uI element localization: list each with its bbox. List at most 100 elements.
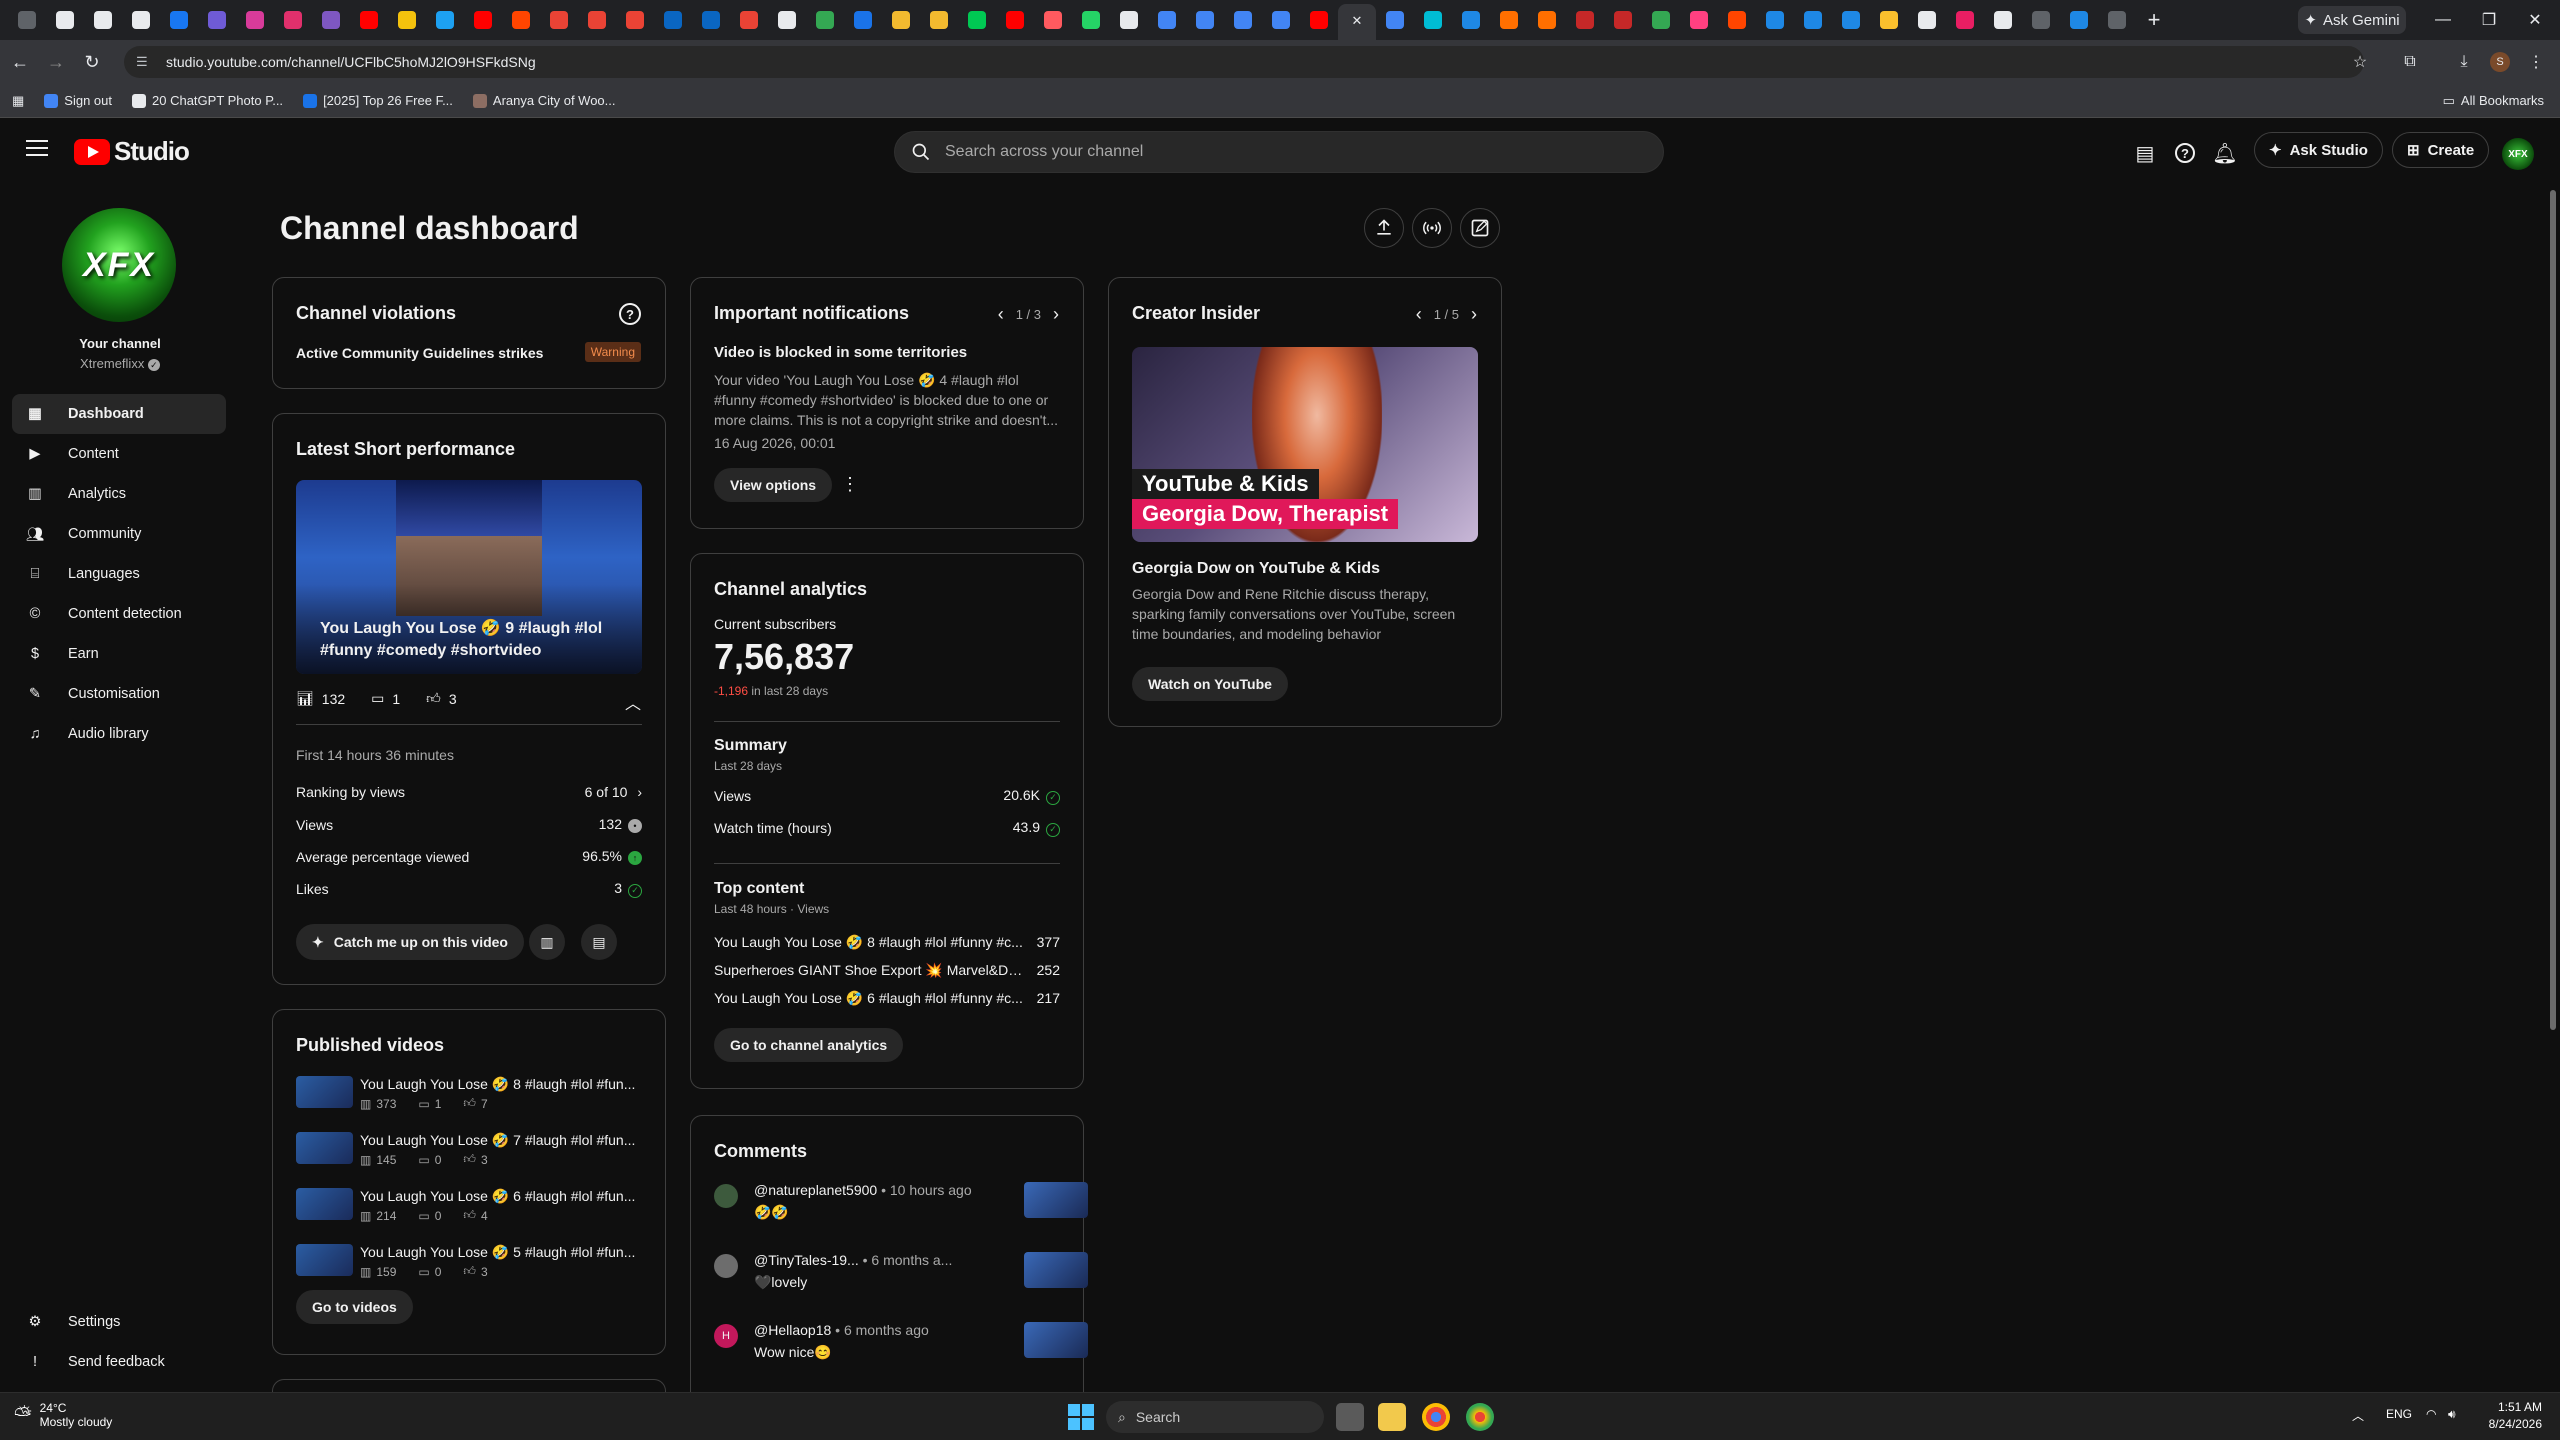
sidebar-item-send-feedback[interactable]: ! Send feedback — [12, 1342, 226, 1382]
address-bar[interactable]: ☰ studio.youtube.com/channel/UCFlbC5hoMJ… — [124, 46, 2364, 78]
video-title[interactable]: You Laugh You Lose 🤣 7 #laugh #lol #fun.… — [360, 1132, 650, 1149]
sidebar-item-content-detection[interactable]: © Content detection — [12, 594, 226, 634]
browser-tab[interactable] — [730, 4, 768, 36]
go-to-videos-button[interactable]: Go to videos — [296, 1290, 413, 1324]
published-video-row[interactable]: You Laugh You Lose 🤣 6 #laugh #lol #fun.… — [296, 1188, 646, 1236]
browser-tab[interactable] — [46, 4, 84, 36]
top-content-row[interactable]: Superheroes GIANT Shoe Export 💥 Marvel&D… — [714, 962, 1060, 979]
browser-tab[interactable] — [1642, 4, 1680, 36]
browser-tab[interactable] — [1794, 4, 1832, 36]
help-icon[interactable]: ? — [2172, 140, 2198, 166]
create-button[interactable]: ⊞ Create — [2392, 132, 2490, 168]
sidebar-item-dashboard[interactable]: ▦ Dashboard — [12, 394, 226, 434]
browser-tab[interactable] — [388, 4, 426, 36]
reload-icon[interactable]: ↻ — [76, 46, 108, 78]
view-options-button[interactable]: View options — [714, 468, 833, 502]
chevron-right-icon[interactable]: › — [1053, 304, 1059, 325]
upload-icon[interactable] — [1364, 208, 1404, 248]
comment-item[interactable]: @natureplanet5900 • 10 hours ago 🤣🤣 — [714, 1182, 1088, 1242]
channel-handle[interactable]: Xtremeflixx ✓ — [0, 356, 240, 371]
page-scrollbar[interactable] — [2550, 190, 2556, 1030]
sidebar-item-earn[interactable]: $ Earn — [12, 634, 226, 674]
forward-icon[interactable]: → — [40, 46, 72, 78]
comment-author[interactable]: @Hellaop18 — [754, 1322, 831, 1338]
browser-tab[interactable] — [616, 4, 654, 36]
browser-tab[interactable] — [1832, 4, 1870, 36]
browser-tab[interactable] — [692, 4, 730, 36]
apps-grid-icon[interactable]: ▦ — [12, 93, 24, 109]
chevron-up-icon[interactable]: ︿ — [625, 690, 641, 714]
sidebar-item-analytics[interactable]: ▥ Analytics — [12, 474, 226, 514]
browser-tab[interactable] — [1984, 4, 2022, 36]
comment-video-thumbnail[interactable] — [1024, 1322, 1088, 1358]
browser-tab[interactable] — [198, 4, 236, 36]
chevron-left-icon[interactable]: ‹ — [998, 304, 1004, 325]
comment-item[interactable]: @TinyTales-19... • 6 months a... 🖤lovely — [714, 1252, 1088, 1312]
chevron-right-icon[interactable]: › — [1471, 304, 1477, 325]
video-analytics-icon[interactable]: ▥ — [529, 924, 565, 960]
bookmark-item[interactable]: 20 ChatGPT Photo P... — [132, 93, 283, 108]
browser-tab[interactable] — [1110, 4, 1148, 36]
tray-chevron-icon[interactable]: ︿ — [2352, 1407, 2364, 1424]
browser-tab[interactable] — [578, 4, 616, 36]
comment-author[interactable]: @natureplanet5900 — [754, 1182, 877, 1198]
browser-tab[interactable] — [1870, 4, 1908, 36]
close-window-icon[interactable]: ✕ — [2512, 0, 2558, 40]
browser-tab[interactable] — [920, 4, 958, 36]
browser-tab[interactable] — [274, 4, 312, 36]
browser-tab[interactable] — [844, 4, 882, 36]
commenter-avatar[interactable] — [714, 1184, 738, 1208]
browser-tab[interactable] — [350, 4, 388, 36]
browser-tab[interactable] — [1946, 4, 1984, 36]
published-video-row[interactable]: You Laugh You Lose 🤣 7 #laugh #lol #fun.… — [296, 1132, 646, 1180]
chrome-icon[interactable] — [1422, 1403, 1450, 1431]
all-bookmarks[interactable]: ▭ All Bookmarks — [2443, 93, 2544, 109]
extensions-icon[interactable]: ⧉ — [2398, 50, 2422, 74]
bookmark-item[interactable]: [2025] Top 26 Free F... — [303, 93, 453, 108]
restore-icon[interactable]: ❐ — [2466, 0, 2512, 40]
browser-tab[interactable] — [2022, 4, 2060, 36]
browser-tab[interactable] — [464, 4, 502, 36]
chevron-left-icon[interactable]: ‹ — [1416, 304, 1422, 325]
messages-icon[interactable]: ▤ — [2132, 140, 2158, 166]
browser-tab[interactable] — [312, 4, 350, 36]
browser-tab[interactable] — [1452, 4, 1490, 36]
browser-tab[interactable] — [2060, 4, 2098, 36]
ask-studio-button[interactable]: ✦ Ask Studio — [2254, 132, 2383, 168]
browser-tab[interactable] — [1718, 4, 1756, 36]
browser-tab[interactable] — [540, 4, 578, 36]
top-content-row[interactable]: You Laugh You Lose 🤣 6 #laugh #lol #funn… — [714, 990, 1060, 1007]
watch-on-youtube-button[interactable]: Watch on YouTube — [1132, 667, 1288, 701]
browser-tab[interactable] — [1148, 4, 1186, 36]
sidebar-item-customisation[interactable]: ✎ Customisation — [12, 674, 226, 714]
browser-tab[interactable] — [768, 4, 806, 36]
browser-tab[interactable] — [122, 4, 160, 36]
new-tab-icon[interactable]: + — [2136, 7, 2172, 33]
browser-tab[interactable] — [236, 4, 274, 36]
commenter-avatar[interactable]: H — [714, 1324, 738, 1348]
catch-me-up-button[interactable]: ✦ Catch me up on this video — [296, 924, 524, 960]
browser-tab[interactable] — [1300, 4, 1338, 36]
browser-tab[interactable] — [1908, 4, 1946, 36]
sidebar-item-settings[interactable]: ⚙ Settings — [12, 1302, 226, 1342]
file-explorer-icon[interactable] — [1378, 1403, 1406, 1431]
browser-tab[interactable] — [1034, 4, 1072, 36]
video-title[interactable]: You Laugh You Lose 🤣 5 #laugh #lol #fun.… — [360, 1244, 650, 1261]
input-language[interactable]: ENG — [2386, 1407, 2412, 1421]
browser-tab[interactable] — [958, 4, 996, 36]
browser-tab[interactable] — [996, 4, 1034, 36]
browser-tab[interactable] — [2098, 4, 2136, 36]
top-content-row[interactable]: You Laugh You Lose 🤣 8 #laugh #lol #funn… — [714, 934, 1060, 951]
video-comments-icon[interactable]: ▤ — [581, 924, 617, 960]
ask-gemini-button[interactable]: ✦ Ask Gemini — [2298, 6, 2406, 34]
browser-tab[interactable] — [1604, 4, 1642, 36]
video-thumbnail[interactable] — [296, 1132, 353, 1164]
comment-author[interactable]: @TinyTales-19... — [754, 1252, 859, 1268]
studio-logo[interactable]: Studio — [74, 136, 190, 167]
browser-tab[interactable] — [1566, 4, 1604, 36]
browser-tab[interactable] — [1224, 4, 1262, 36]
video-thumbnail[interactable] — [296, 1188, 353, 1220]
help-icon[interactable]: ? — [619, 303, 641, 325]
weather-widget[interactable]: ⛅︎ 24°C Mostly cloudy — [14, 1401, 112, 1429]
chrome-profile-icon[interactable] — [1466, 1403, 1494, 1431]
